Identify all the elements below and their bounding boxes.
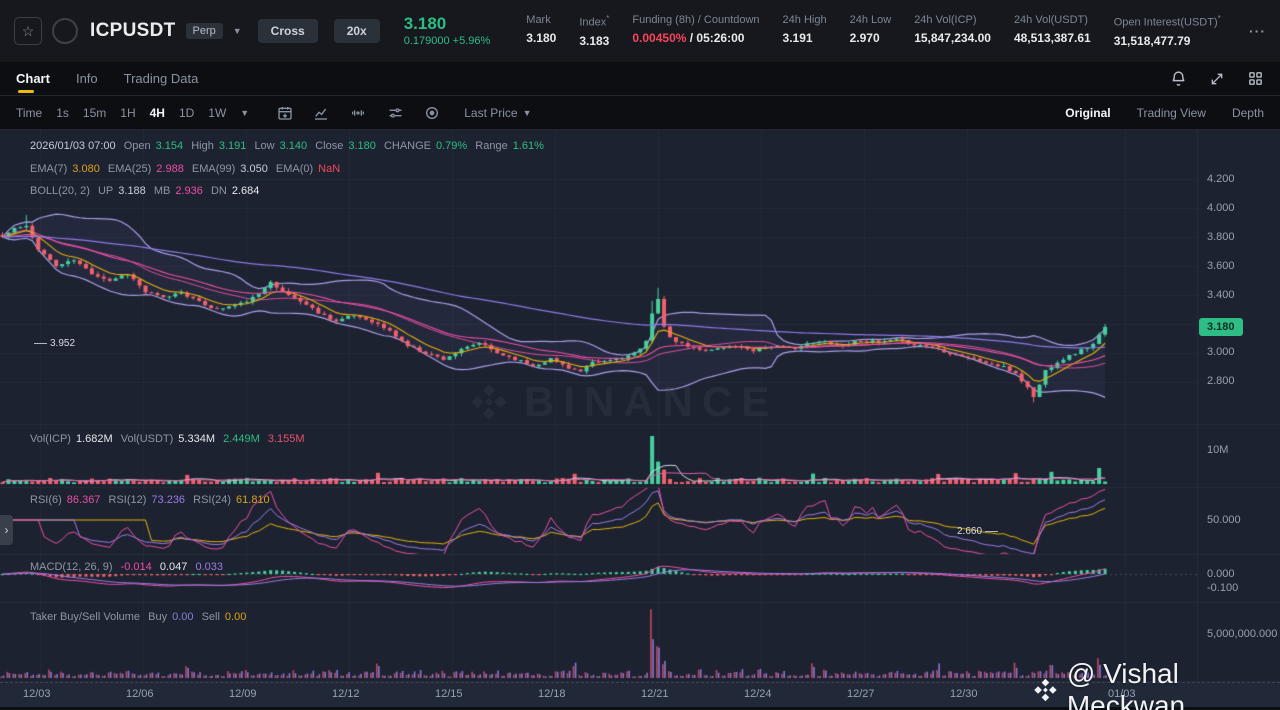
binance-watermark: BINANCE bbox=[468, 378, 778, 426]
grid-layout-icon[interactable] bbox=[1247, 70, 1264, 87]
date-tick-12/18: 12/18 bbox=[538, 688, 566, 700]
expand-panel-chevron[interactable]: › bbox=[0, 515, 13, 545]
tab-chart[interactable]: Chart bbox=[16, 63, 50, 94]
chart-region: BINANCE 2026/01/03 07:00 Open 3.154 High 3… bbox=[0, 130, 1280, 696]
bell-icon[interactable] bbox=[1170, 70, 1187, 87]
price-change: 0.179000 +5.96% bbox=[403, 35, 491, 48]
expand-icon[interactable] bbox=[1209, 71, 1225, 87]
date-tick-12/30: 12/30 bbox=[950, 688, 978, 700]
price-tick-3.800: 3.800 bbox=[1207, 231, 1235, 243]
tab-trading-data[interactable]: Trading Data bbox=[124, 63, 199, 94]
contract-type-badge: Perp bbox=[185, 23, 223, 39]
margin-mode-button[interactable]: Cross bbox=[257, 19, 318, 43]
funding-rate: 0.00450% bbox=[632, 31, 687, 46]
symbol-title[interactable]: ICPUSDT bbox=[90, 20, 176, 42]
interval-dropdown-caret[interactable]: ▼ bbox=[240, 108, 249, 118]
price-tick-3.600: 3.600 bbox=[1207, 260, 1235, 272]
view-original[interactable]: Original bbox=[1065, 106, 1110, 120]
date-tick-12/12: 12/12 bbox=[332, 688, 360, 700]
price-tick-3.000: 3.000 bbox=[1207, 346, 1235, 358]
tab-info[interactable]: Info bbox=[76, 63, 98, 94]
price-mode-select[interactable]: Last Price ▼ bbox=[464, 106, 531, 120]
date-tick-12/06: 12/06 bbox=[126, 688, 154, 700]
date-tick-12/15: 12/15 bbox=[435, 688, 463, 700]
favorite-star-icon[interactable]: ☆ bbox=[14, 17, 42, 45]
symbol-dropdown-caret[interactable]: ▼ bbox=[233, 26, 242, 36]
header: ☆ ICPUSDT Perp ▼ Cross 20x 3.180 0.17900… bbox=[0, 0, 1280, 62]
stat-mark: Mark 3.180 bbox=[526, 14, 557, 46]
panel-axis-50.000: 50.000 bbox=[1207, 514, 1241, 526]
price-tick-2.800: 2.800 bbox=[1207, 375, 1235, 387]
last-price-badge: 3.180 bbox=[1199, 318, 1243, 336]
user-watermark: @ Vishal Meckwan bbox=[1032, 658, 1280, 710]
countdown: / 05:26:00 bbox=[689, 31, 745, 46]
coin-logo bbox=[52, 18, 78, 44]
last-price: 3.180 bbox=[403, 13, 447, 33]
toolbar-icons bbox=[277, 105, 440, 121]
chart-toolbar: Time 1s 15m 1H 4H 1D 1W ▼ Last Price ▼ O… bbox=[0, 96, 1280, 130]
panel-axis-10M: 10M bbox=[1207, 444, 1229, 456]
panel-axis-5,000,000.000: 5,000,000.000 bbox=[1207, 628, 1278, 640]
right-price-axis[interactable]: 4.200 4.000 3.800 3.600 3.400 3.000 2.800 10M 50… bbox=[1197, 130, 1280, 696]
date-tick-12/03: 12/03 bbox=[23, 688, 51, 700]
price-tick-4.200: 4.200 bbox=[1207, 173, 1235, 185]
calendar-icon[interactable] bbox=[277, 105, 293, 121]
last-price-block: 3.180 0.179000 +5.96% bbox=[404, 14, 491, 48]
view-switch: Original Trading View Depth bbox=[1065, 106, 1264, 120]
interval-1w[interactable]: 1W bbox=[208, 106, 226, 120]
interval-1h[interactable]: 1H bbox=[120, 106, 135, 120]
date-tick-12/27: 12/27 bbox=[847, 688, 875, 700]
view-trading-view[interactable]: Trading View bbox=[1137, 106, 1206, 120]
interval-1s[interactable]: 1s bbox=[56, 106, 69, 120]
price-tick-3.400: 3.400 bbox=[1207, 289, 1235, 301]
date-tick-12/09: 12/09 bbox=[229, 688, 257, 700]
price-mode-caret: ▼ bbox=[522, 107, 532, 118]
compare-icon[interactable] bbox=[349, 105, 367, 121]
leverage-button[interactable]: 20x bbox=[333, 19, 380, 43]
stat-open-interest: Open Interest(USDT)* 31,518,477.79 bbox=[1113, 14, 1221, 48]
panel-axis--0.100: -0.100 bbox=[1207, 582, 1239, 594]
date-tick-12/24: 12/24 bbox=[744, 688, 772, 700]
price-tick-4.000: 4.000 bbox=[1207, 202, 1235, 214]
time-label: Time bbox=[16, 105, 43, 120]
binance-futures-app: ☆ ICPUSDT Perp ▼ Cross 20x 3.180 0.17900… bbox=[0, 0, 1280, 710]
header-stats: Mark 3.180 Index* 3.183 Funding (8h) / C… bbox=[526, 14, 1220, 48]
target-icon[interactable] bbox=[424, 105, 440, 121]
stat-24h-vol-usdt: 24h Vol(USDT) 48,513,387.61 bbox=[1013, 14, 1091, 46]
indicator-settings-icon[interactable] bbox=[387, 105, 404, 121]
stat-24h-low: 24h Low 2.970 bbox=[849, 14, 892, 46]
stat-index: Index* 3.183 bbox=[579, 14, 610, 48]
stat-24h-high: 24h High 3.191 bbox=[782, 14, 827, 46]
interval-1d[interactable]: 1D bbox=[179, 106, 194, 120]
chart-style-icon[interactable] bbox=[313, 105, 329, 121]
date-tick-12/21: 12/21 bbox=[641, 688, 669, 700]
tab-bar: Chart Info Trading Data bbox=[0, 62, 1280, 96]
interval-15m[interactable]: 15m bbox=[83, 106, 106, 120]
more-menu-button[interactable]: ··· bbox=[1249, 23, 1266, 39]
tabbar-icons bbox=[1170, 70, 1264, 87]
interval-4h[interactable]: 4H bbox=[150, 106, 165, 120]
view-depth[interactable]: Depth bbox=[1232, 106, 1264, 120]
panel-axis-0.000: 0.000 bbox=[1207, 568, 1235, 580]
stat-funding-countdown: Funding (8h) / Countdown 0.00450% / 05:2… bbox=[632, 14, 760, 46]
stat-24h-vol-icp: 24h Vol(ICP) 15,847,234.00 bbox=[914, 14, 991, 46]
